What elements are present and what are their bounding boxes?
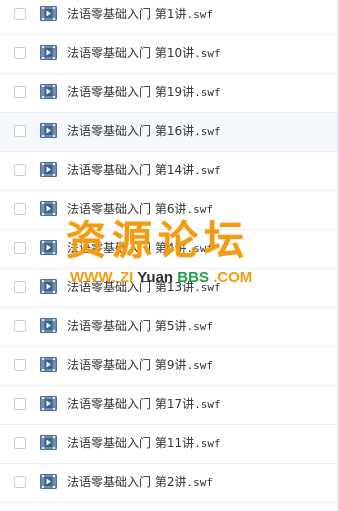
video-file-icon bbox=[40, 123, 57, 138]
file-select-checkbox[interactable] bbox=[14, 398, 26, 410]
file-row[interactable]: 法语零基础入门 第13讲.swf bbox=[0, 269, 339, 308]
file-name[interactable]: 法语零基础入门 第17讲.swf bbox=[67, 397, 221, 412]
video-file-icon bbox=[40, 435, 57, 450]
file-select-checkbox[interactable] bbox=[14, 125, 26, 137]
file-row[interactable]: 法语零基础入门 第17讲.swf bbox=[0, 386, 339, 425]
file-name[interactable]: 法语零基础入门 第19讲.swf bbox=[67, 85, 221, 100]
file-name-title: 法语零基础入门 第11讲 bbox=[67, 436, 195, 450]
file-extension: .swf bbox=[186, 359, 213, 372]
file-name-title: 法语零基础入门 第13讲 bbox=[67, 280, 195, 294]
file-name-title: 法语零基础入门 第2讲 bbox=[67, 475, 187, 489]
file-name[interactable]: 法语零基础入门 第6讲.swf bbox=[67, 202, 213, 217]
file-select-checkbox[interactable] bbox=[14, 476, 26, 488]
file-extension: .swf bbox=[186, 8, 213, 21]
video-file-icon bbox=[40, 45, 57, 60]
file-extension: .swf bbox=[194, 86, 221, 99]
file-name-title: 法语零基础入门 第4讲 bbox=[67, 241, 187, 255]
file-name-title: 法语零基础入门 第10讲 bbox=[67, 46, 195, 60]
file-select-checkbox[interactable] bbox=[14, 164, 26, 176]
file-name[interactable]: 法语零基础入门 第10讲.swf bbox=[67, 46, 221, 61]
file-name-title: 法语零基础入门 第9讲 bbox=[67, 358, 187, 372]
file-row[interactable]: 法语零基础入门 第19讲.swf bbox=[0, 74, 339, 113]
video-file-icon bbox=[40, 279, 57, 294]
file-select-checkbox[interactable] bbox=[14, 281, 26, 293]
file-row[interactable]: 法语零基础入门 第4讲.swf bbox=[0, 230, 339, 269]
file-name[interactable]: 法语零基础入门 第11讲.swf bbox=[67, 436, 221, 451]
video-file-icon bbox=[40, 474, 57, 489]
video-file-icon bbox=[40, 318, 57, 333]
file-select-checkbox[interactable] bbox=[14, 8, 26, 20]
video-file-icon bbox=[40, 6, 57, 21]
file-name-title: 法语零基础入门 第19讲 bbox=[67, 85, 195, 99]
video-file-icon bbox=[40, 396, 57, 411]
file-select-checkbox[interactable] bbox=[14, 437, 26, 449]
file-extension: .swf bbox=[194, 125, 221, 138]
file-name[interactable]: 法语零基础入门 第16讲.swf bbox=[67, 124, 221, 139]
file-extension: .swf bbox=[194, 164, 221, 177]
file-select-checkbox[interactable] bbox=[14, 203, 26, 215]
file-row[interactable]: 法语零基础入门 第16讲.swf bbox=[0, 113, 339, 152]
file-select-checkbox[interactable] bbox=[14, 242, 26, 254]
file-row[interactable]: 法语零基础入门 第2讲.swf bbox=[0, 464, 339, 503]
file-select-checkbox[interactable] bbox=[14, 359, 26, 371]
file-row[interactable]: 法语零基础入门 第6讲.swf bbox=[0, 191, 339, 230]
file-name[interactable]: 法语零基础入门 第9讲.swf bbox=[67, 358, 213, 373]
file-extension: .swf bbox=[194, 437, 221, 450]
file-select-checkbox[interactable] bbox=[14, 86, 26, 98]
video-file-icon bbox=[40, 357, 57, 372]
file-name-title: 法语零基础入门 第17讲 bbox=[67, 397, 195, 411]
file-list: 法语零基础入门 第1讲.swf 法语零基础入门 第10讲.swf 法语零基础入门 第… bbox=[0, 0, 339, 503]
file-row[interactable]: 法语零基础入门 第11讲.swf bbox=[0, 425, 339, 464]
file-name[interactable]: 法语零基础入门 第2讲.swf bbox=[67, 475, 213, 490]
file-name[interactable]: 法语零基础入门 第4讲.swf bbox=[67, 241, 213, 256]
file-name-title: 法语零基础入门 第16讲 bbox=[67, 124, 195, 138]
file-row[interactable]: 法语零基础入门 第14讲.swf bbox=[0, 152, 339, 191]
file-select-checkbox[interactable] bbox=[14, 320, 26, 332]
file-extension: .swf bbox=[194, 398, 221, 411]
file-extension: .swf bbox=[186, 203, 213, 216]
file-row[interactable]: 法语零基础入门 第10讲.swf bbox=[0, 35, 339, 74]
file-name-title: 法语零基础入门 第14讲 bbox=[67, 163, 195, 177]
file-extension: .swf bbox=[186, 242, 213, 255]
video-file-icon bbox=[40, 240, 57, 255]
file-row[interactable]: 法语零基础入门 第9讲.swf bbox=[0, 347, 339, 386]
video-file-icon bbox=[40, 201, 57, 216]
file-select-checkbox[interactable] bbox=[14, 47, 26, 59]
file-name-title: 法语零基础入门 第5讲 bbox=[67, 319, 187, 333]
file-row[interactable]: 法语零基础入门 第5讲.swf bbox=[0, 308, 339, 347]
file-name-title: 法语零基础入门 第6讲 bbox=[67, 202, 187, 216]
file-extension: .swf bbox=[194, 281, 221, 294]
file-extension: .swf bbox=[186, 320, 213, 333]
file-name[interactable]: 法语零基础入门 第14讲.swf bbox=[67, 163, 221, 178]
file-name[interactable]: 法语零基础入门 第5讲.swf bbox=[67, 319, 213, 334]
video-file-icon bbox=[40, 84, 57, 99]
file-row[interactable]: 法语零基础入门 第1讲.swf bbox=[0, 0, 339, 35]
video-file-icon bbox=[40, 162, 57, 177]
file-name-title: 法语零基础入门 第1讲 bbox=[67, 7, 187, 21]
file-extension: .swf bbox=[186, 476, 213, 489]
file-extension: .swf bbox=[194, 47, 221, 60]
file-name[interactable]: 法语零基础入门 第1讲.swf bbox=[67, 7, 213, 22]
file-name[interactable]: 法语零基础入门 第13讲.swf bbox=[67, 280, 221, 295]
